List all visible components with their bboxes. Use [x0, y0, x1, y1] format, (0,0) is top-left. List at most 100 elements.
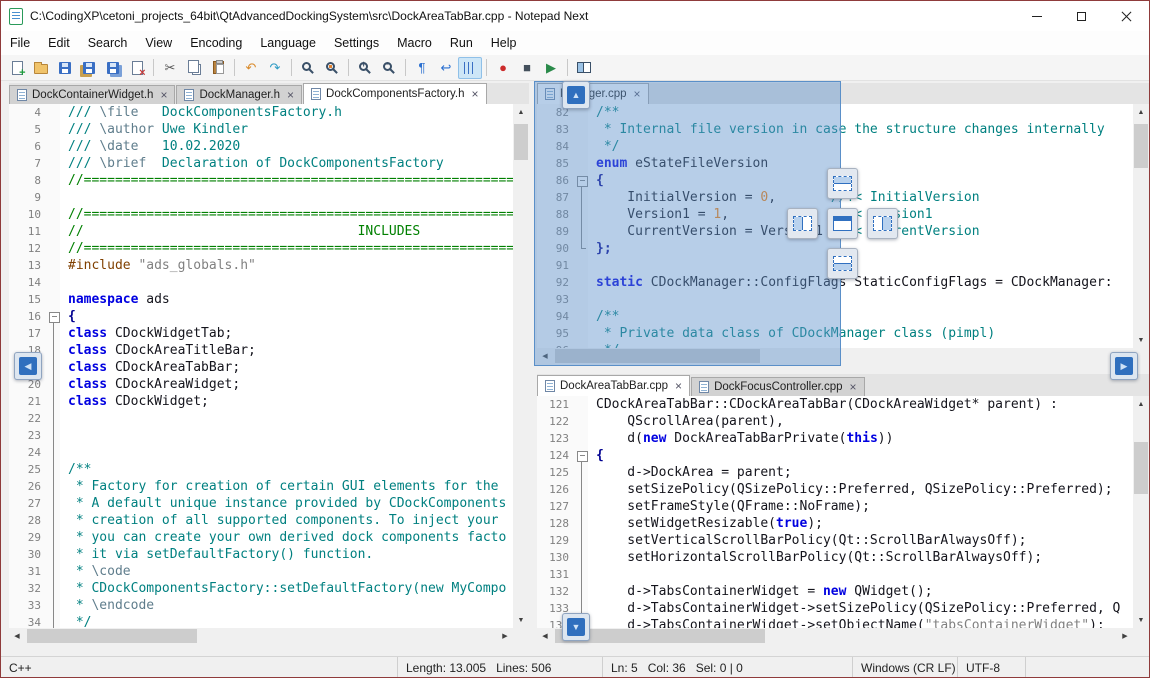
menu-search[interactable]: Search: [79, 32, 137, 54]
scrollbar-thumb[interactable]: [1134, 124, 1148, 168]
code-line: namespace ads: [60, 291, 513, 308]
line-number: 33: [9, 597, 47, 614]
close-file-button[interactable]: [125, 57, 149, 79]
line-number: 6: [9, 138, 47, 155]
drop-indicator-bottom-icon[interactable]: [827, 248, 858, 279]
menu-language[interactable]: Language: [251, 32, 325, 54]
scrollbar-thumb[interactable]: [27, 629, 197, 643]
undo-button[interactable]: ↶: [239, 57, 263, 79]
find-button[interactable]: [296, 57, 320, 79]
edge-drop-indicator-bottom-icon[interactable]: ▼: [562, 613, 590, 641]
new-file-button[interactable]: [5, 57, 29, 79]
editor-dockcomponentsfactory[interactable]: 4567891011121314151617181920212223242526…: [9, 104, 513, 628]
scroll-right-icon[interactable]: ▶: [497, 628, 513, 644]
tab-close-icon[interactable]: ×: [675, 379, 682, 393]
scroll-left-icon[interactable]: ◀: [537, 628, 553, 644]
drop-indicator-right-icon[interactable]: [867, 208, 898, 239]
horizontal-scrollbar[interactable]: ◀ ▶: [537, 628, 1133, 644]
vertical-scrollbar[interactable]: ▲ ▼: [1133, 396, 1149, 628]
scroll-right-icon[interactable]: ▶: [1117, 628, 1133, 644]
scrollbar-thumb[interactable]: [1134, 442, 1148, 494]
maximize-button[interactable]: [1059, 1, 1104, 31]
scroll-up-icon[interactable]: ▲: [1133, 396, 1149, 412]
cut-button[interactable]: ✂: [158, 57, 182, 79]
code-area[interactable]: CDockAreaTabBar::CDockAreaTabBar(CDockAr…: [588, 396, 1133, 628]
horizontal-scrollbar[interactable]: ◀ ▶: [9, 628, 513, 644]
code-area[interactable]: /// \file DockComponentsFactory.h/// \au…: [60, 104, 513, 628]
line-number: 125: [537, 464, 575, 481]
menu-edit[interactable]: Edit: [39, 32, 79, 54]
tab-dockmanager-h[interactable]: DockManager.h×: [176, 85, 302, 104]
tab-bar: DockAreaTabBar.cpp×DockFocusController.c…: [537, 374, 1149, 396]
scroll-up-icon[interactable]: ▲: [513, 104, 529, 120]
paste-button[interactable]: [206, 57, 230, 79]
scroll-down-icon[interactable]: ▼: [1133, 612, 1149, 628]
tab-dockfocuscontroller-cpp[interactable]: DockFocusController.cpp×: [691, 377, 865, 396]
menu-macro[interactable]: Macro: [388, 32, 441, 54]
show-indent-guides-button[interactable]: [458, 57, 482, 79]
status-doc-stats[interactable]: Length: 13.005 Lines: 506: [397, 657, 602, 678]
scroll-left-icon[interactable]: ◀: [9, 628, 25, 644]
line-number: 12: [9, 240, 47, 257]
open-file-button[interactable]: [29, 57, 53, 79]
code-line: setWidgetResizable(true);: [588, 515, 1133, 532]
edge-drop-indicator-right-icon[interactable]: ▶: [1110, 352, 1138, 380]
status-encoding[interactable]: UTF-8: [957, 657, 1025, 678]
zoom-in-button[interactable]: [353, 57, 377, 79]
fold-margin[interactable]: [47, 104, 60, 628]
drop-indicator-top-icon[interactable]: [827, 168, 858, 199]
new-file-icon: [12, 61, 23, 75]
record-macro-button[interactable]: ●: [491, 57, 515, 79]
menu-file[interactable]: File: [1, 32, 39, 54]
status-cursor-position[interactable]: Ln: 5 Col: 36 Sel: 0 | 0: [602, 657, 852, 678]
fold-collapse-marker[interactable]: [47, 308, 60, 325]
code-line: * \endcode: [60, 597, 513, 614]
menu-encoding[interactable]: Encoding: [181, 32, 251, 54]
word-wrap-button[interactable]: ↩: [434, 57, 458, 79]
edge-drop-indicator-left-icon[interactable]: ◀: [14, 352, 42, 380]
menu-view[interactable]: View: [136, 32, 181, 54]
copy-button[interactable]: [182, 57, 206, 79]
paste-icon: [213, 61, 224, 74]
save-file-button[interactable]: [53, 57, 77, 79]
show-all-characters-button[interactable]: ¶: [410, 57, 434, 79]
scroll-down-icon[interactable]: ▼: [1133, 332, 1149, 348]
zoom-out-button[interactable]: [377, 57, 401, 79]
scroll-up-icon[interactable]: ▲: [1133, 104, 1149, 120]
vertical-scrollbar[interactable]: ▲ ▼: [513, 104, 529, 628]
menu-run[interactable]: Run: [441, 32, 482, 54]
fold-margin-cell: [575, 464, 588, 481]
minimize-button[interactable]: [1014, 1, 1059, 31]
drop-indicator-center-icon[interactable]: [827, 208, 858, 239]
menu-settings[interactable]: Settings: [325, 32, 388, 54]
tab-close-icon[interactable]: ×: [472, 87, 479, 101]
run-macro-button[interactable]: ▶: [539, 57, 563, 79]
fold-margin[interactable]: [575, 396, 588, 628]
menu-help[interactable]: Help: [482, 32, 526, 54]
redo-button[interactable]: ↷: [263, 57, 287, 79]
edge-drop-indicator-top-icon[interactable]: ▲: [562, 81, 590, 109]
title-bar[interactable]: C:\CodingXP\cetoni_projects_64bit\QtAdva…: [1, 1, 1149, 31]
editor-dockareatabbar[interactable]: 1211221231241251261271281291301311321331…: [537, 396, 1133, 628]
save-copy-as-button[interactable]: [77, 57, 101, 79]
tab-close-icon[interactable]: ×: [287, 88, 294, 102]
close-button[interactable]: [1104, 1, 1149, 31]
tab-close-icon[interactable]: ×: [160, 88, 167, 102]
fold-collapse-marker[interactable]: [575, 447, 588, 464]
window-controls: [1014, 1, 1149, 31]
scroll-down-icon[interactable]: ▼: [513, 612, 529, 628]
tab-dockareatabbar-cpp[interactable]: DockAreaTabBar.cpp×: [537, 375, 690, 396]
scrollbar-thumb[interactable]: [514, 124, 528, 160]
tab-dockcontainerwidget-h[interactable]: DockContainerWidget.h×: [9, 85, 175, 104]
status-language[interactable]: C++: [1, 657, 397, 678]
save-all-button[interactable]: [101, 57, 125, 79]
replace-button[interactable]: [320, 57, 344, 79]
drop-indicator-left-icon[interactable]: [787, 208, 818, 239]
line-number-margin[interactable]: 1211221231241251261271281291301311321331…: [537, 396, 575, 628]
stop-recording-button[interactable]: ■: [515, 57, 539, 79]
tab-dockcomponentsfactory-h[interactable]: DockComponentsFactory.h×: [303, 83, 487, 104]
status-eol-format[interactable]: Windows (CR LF): [852, 657, 957, 678]
toggle-dock-panels-button[interactable]: [572, 57, 596, 79]
tab-close-icon[interactable]: ×: [850, 380, 857, 394]
vertical-scrollbar[interactable]: ▲ ▼: [1133, 104, 1149, 348]
